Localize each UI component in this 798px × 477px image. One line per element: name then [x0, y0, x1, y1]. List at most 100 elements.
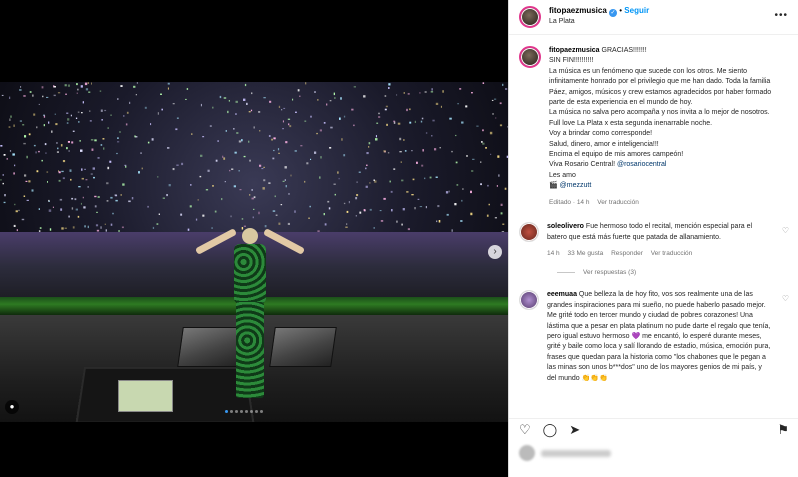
comment-bubble-icon[interactable]: ◯: [543, 422, 558, 437]
confetti-piece: [125, 123, 128, 126]
confetti-piece: [24, 135, 27, 138]
confetti-piece: [66, 147, 68, 150]
confetti-piece: [294, 210, 296, 213]
carousel-dot[interactable]: [255, 410, 258, 413]
confetti-piece: [498, 174, 500, 177]
bookmark-icon[interactable]: ⚑: [777, 422, 789, 437]
confetti-piece: [373, 227, 375, 229]
confetti-piece: [167, 87, 169, 90]
confetti-piece: [502, 223, 505, 225]
follow-button[interactable]: Seguir: [624, 6, 649, 15]
post-photo[interactable]: [0, 82, 508, 422]
author-username[interactable]: fitopaezmusica: [549, 6, 607, 15]
caption-translate-link[interactable]: Ver traducción: [597, 199, 639, 206]
confetti-piece: [406, 108, 408, 112]
confetti-piece: [292, 98, 294, 101]
confetti-piece: [81, 112, 83, 114]
confetti-piece: [387, 152, 390, 154]
confetti-piece: [46, 96, 49, 98]
confetti-piece: [115, 199, 118, 202]
mention-photographer[interactable]: @mezzutt: [560, 182, 592, 189]
confetti-piece: [31, 189, 34, 192]
comments-list[interactable]: fitopaezmusica GRACIAS!!!!!!! SIN FIN!!!…: [509, 38, 798, 410]
confetti-piece: [369, 208, 372, 211]
confetti-piece: [359, 211, 362, 214]
confetti-piece: [363, 209, 366, 212]
confetti-piece: [399, 151, 402, 153]
confetti-piece: [167, 147, 170, 149]
carousel-dot[interactable]: [250, 410, 253, 413]
comment-avatar[interactable]: [519, 290, 539, 311]
confetti-piece: [368, 146, 370, 148]
verified-icon: ✓: [609, 9, 618, 17]
confetti-piece: [288, 123, 290, 126]
confetti-piece: [346, 223, 348, 225]
caption-line-7: Salud, dinero, amor e inteligencia!!!: [549, 140, 659, 148]
confetti-piece: [222, 155, 224, 158]
confetti-piece: [41, 86, 44, 89]
caption-username[interactable]: fitopaezmusica: [549, 47, 600, 54]
confetti-piece: [67, 118, 70, 121]
confetti-piece: [15, 210, 18, 213]
confetti-piece: [455, 161, 458, 164]
confetti-piece: [233, 185, 236, 188]
carousel-dot[interactable]: [230, 410, 233, 413]
confetti-piece: [97, 157, 100, 159]
confetti-piece: [241, 139, 243, 142]
view-replies-button[interactable]: Ver respuestas (3): [557, 269, 789, 276]
comment-avatar[interactable]: [519, 222, 539, 243]
confetti-piece: [425, 206, 427, 209]
carousel-dot[interactable]: [260, 410, 263, 413]
confetti-piece: [252, 216, 254, 219]
confetti-piece: [285, 185, 287, 188]
confetti-piece: [195, 218, 198, 221]
confetti-piece: [420, 120, 423, 123]
confetti-piece: [156, 223, 159, 225]
carousel-dot[interactable]: [225, 410, 228, 413]
confetti-piece: [355, 197, 358, 200]
confetti-piece: [341, 138, 343, 141]
confetti-piece: [44, 143, 47, 146]
confetti-piece: [263, 97, 266, 99]
confetti-piece: [424, 177, 426, 180]
comment-username[interactable]: soleolivero: [547, 223, 584, 230]
confetti-piece: [253, 126, 255, 129]
location-link[interactable]: La Plata: [549, 17, 649, 27]
confetti-piece: [225, 130, 227, 132]
confetti-piece: [320, 156, 322, 159]
confetti-piece: [439, 147, 441, 149]
mention-rosariocentral[interactable]: @rosariocentral: [617, 161, 667, 168]
comment-reply-button[interactable]: Responder: [611, 250, 643, 257]
heart-icon[interactable]: ♡: [782, 226, 789, 235]
next-photo-button[interactable]: ›: [488, 245, 502, 259]
confetti-piece: [180, 213, 183, 216]
heart-icon[interactable]: ♡: [782, 294, 789, 303]
confetti-piece: [229, 169, 231, 172]
confetti-piece: [141, 167, 143, 170]
confetti-piece: [202, 214, 205, 217]
confetti-piece: [77, 88, 79, 91]
more-horizontal-icon[interactable]: •••: [774, 10, 788, 21]
tagged-user-icon[interactable]: ●: [5, 400, 19, 414]
comment-translate-link[interactable]: Ver traducción: [651, 250, 693, 257]
caption-avatar[interactable]: [519, 46, 541, 68]
carousel-dot[interactable]: [235, 410, 238, 413]
confetti-piece: [272, 157, 275, 160]
carousel-dot[interactable]: [240, 410, 243, 413]
like-heart-icon[interactable]: ♡: [519, 422, 531, 437]
confetti-piece: [76, 92, 78, 94]
confetti-piece: [411, 150, 413, 152]
confetti-piece: [278, 105, 281, 108]
confetti-piece: [486, 214, 489, 217]
confetti-piece: [400, 161, 402, 163]
confetti-piece: [89, 110, 91, 112]
confetti-piece: [112, 212, 114, 215]
share-send-icon[interactable]: ➤: [569, 422, 580, 437]
comment-username[interactable]: eeemuaa: [547, 291, 577, 298]
comment-likes[interactable]: 33 Me gusta: [567, 250, 603, 257]
carousel-dot[interactable]: [245, 410, 248, 413]
confetti-piece: [438, 220, 441, 223]
author-avatar[interactable]: [519, 6, 541, 28]
comment-time: 14 h: [547, 249, 560, 257]
confetti-piece: [53, 94, 56, 97]
